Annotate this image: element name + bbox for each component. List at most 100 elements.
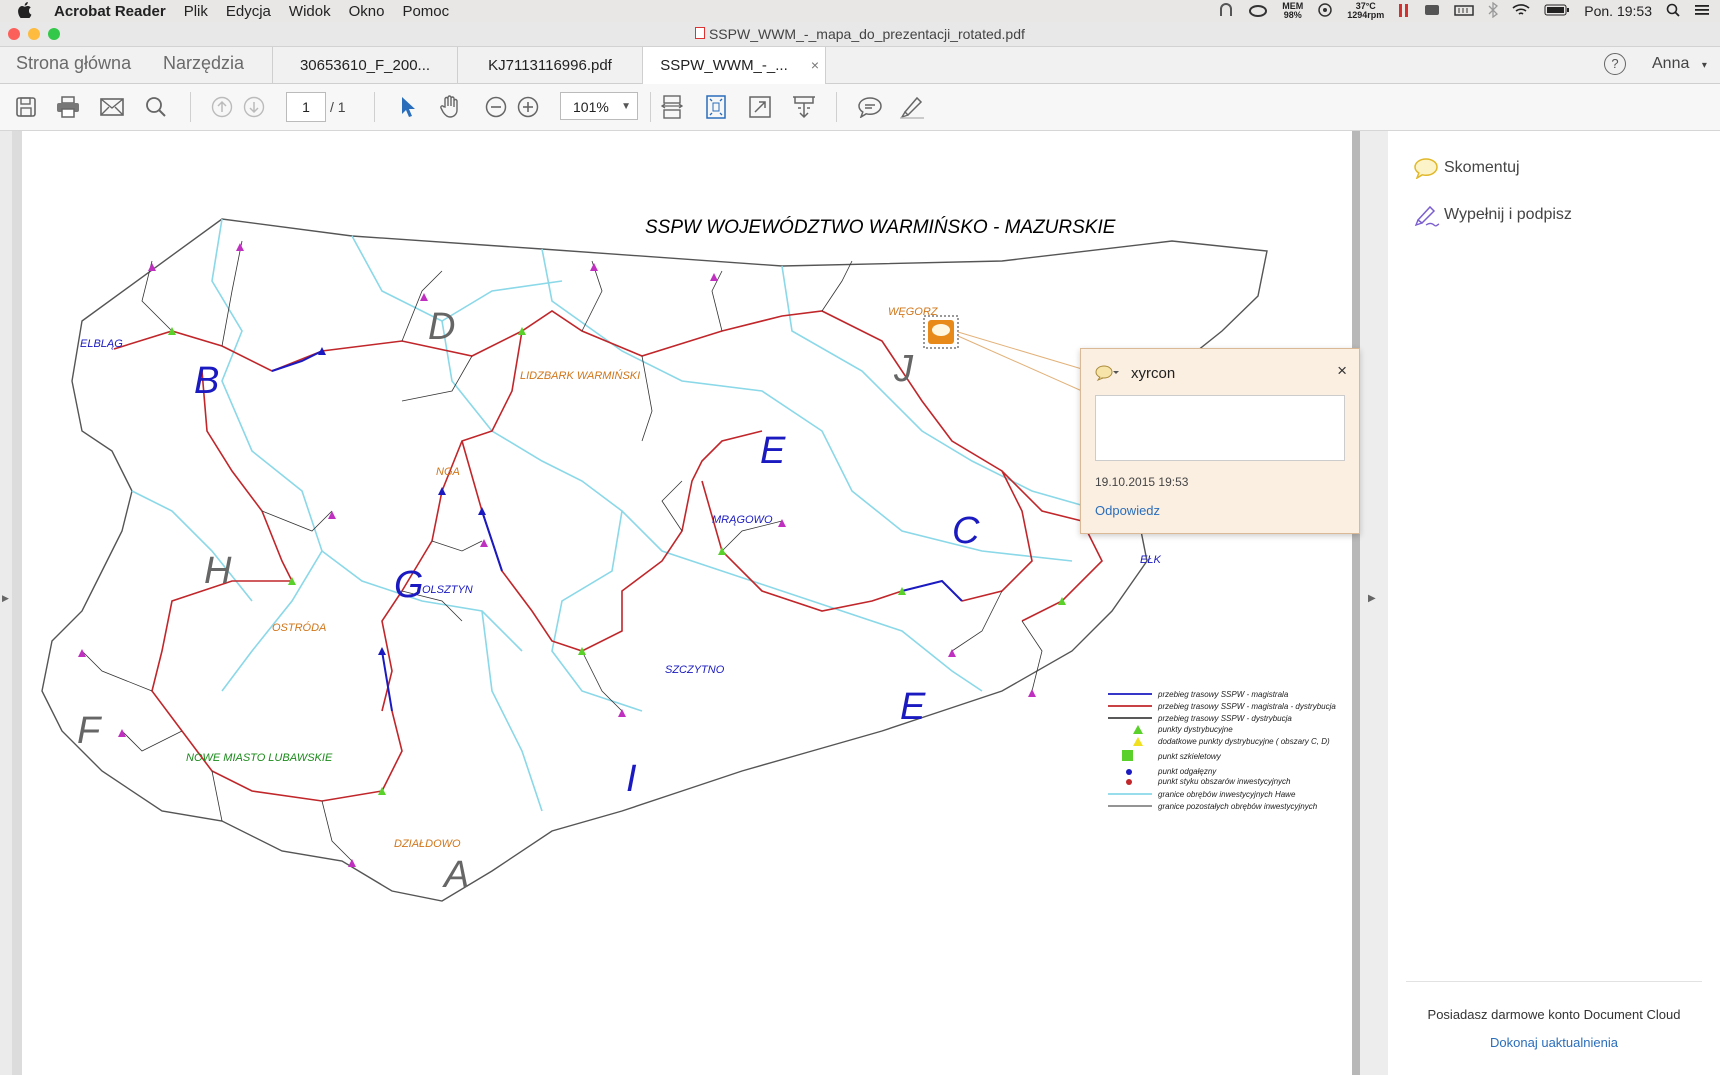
fit-width-icon[interactable] bbox=[658, 93, 686, 121]
fill-sign-pen-icon bbox=[1414, 203, 1444, 227]
window-title-bar: SSPW_WWM_-_mapa_do_prezentacji_rotated.p… bbox=[0, 22, 1720, 47]
region-label: J bbox=[893, 348, 914, 390]
save-icon[interactable] bbox=[12, 93, 40, 121]
select-tool-icon[interactable] bbox=[394, 93, 422, 121]
tab-document-1[interactable]: 30653610_F_200... bbox=[272, 47, 457, 83]
tab-bar: Strona główna Narzędzia 30653610_F_200..… bbox=[0, 47, 1720, 84]
wifi-icon[interactable] bbox=[1512, 3, 1530, 20]
city-label: EŁK bbox=[1140, 554, 1161, 566]
tab-document-2[interactable]: KJ7113116996.pdf bbox=[457, 47, 642, 83]
city-label: SZCZYTNO bbox=[665, 664, 725, 676]
clock[interactable]: Pon. 19:53 bbox=[1584, 3, 1652, 19]
toolbar-divider bbox=[374, 92, 375, 122]
toolbar: 1 / 1 101% ▼ bbox=[0, 84, 1720, 131]
region-label: A bbox=[442, 854, 469, 896]
spotlight-search-icon[interactable] bbox=[1666, 3, 1680, 20]
toolbar-divider bbox=[190, 92, 191, 122]
user-name: Anna bbox=[1652, 55, 1690, 72]
zoom-in-icon[interactable] bbox=[514, 93, 542, 121]
window-title-text: SSPW_WWM_-_mapa_do_prezentacji_rotated.p… bbox=[708, 26, 1025, 42]
memory-indicator[interactable]: MEM 98% bbox=[1282, 2, 1303, 20]
legend-label: punkt odgałęzny bbox=[1157, 767, 1217, 776]
city-label: OLSZTYN bbox=[422, 584, 473, 596]
comment-icon[interactable] bbox=[856, 93, 884, 121]
search-icon[interactable] bbox=[142, 93, 170, 121]
vertical-scrollbar[interactable] bbox=[1352, 131, 1360, 1075]
legend-label: punkt szkieletowy bbox=[1157, 752, 1222, 761]
menu-app-name[interactable]: Acrobat Reader bbox=[54, 3, 166, 20]
hand-tool-icon[interactable] bbox=[436, 93, 464, 121]
comment-text-input[interactable] bbox=[1095, 395, 1345, 461]
email-icon[interactable] bbox=[98, 93, 126, 121]
help-icon[interactable]: ? bbox=[1604, 53, 1626, 75]
toolbar-divider bbox=[836, 92, 837, 122]
map-graphic: SSPW WOJEWÓDZTWO WARMIŃSKO - MAZURSKIE D… bbox=[41, 216, 1336, 902]
nav-tools[interactable]: Narzędzia bbox=[163, 53, 244, 74]
city-label: LIDZBARK WARMIŃSKI bbox=[520, 369, 640, 382]
pdf-file-icon bbox=[695, 26, 706, 42]
chevron-down-icon: ▾ bbox=[1701, 60, 1707, 71]
ram-icon[interactable] bbox=[1454, 3, 1475, 20]
document-area: ▶ SSPW WOJEWÓDZTWO WARMIŃSKO - MAZURSKIE… bbox=[0, 131, 1389, 1075]
menu-bar: Acrobat Reader Plik Edycja Widok Okno Po… bbox=[0, 0, 1720, 23]
right-panel-toggle[interactable]: ▶ bbox=[1360, 131, 1389, 1075]
menu-okno[interactable]: Okno bbox=[349, 3, 385, 20]
reply-link[interactable]: Odpowiedz bbox=[1095, 503, 1160, 518]
tab-document-3-label: SSPW_WWM_-_... bbox=[660, 57, 788, 74]
left-panel-toggle[interactable]: ▶ bbox=[0, 131, 12, 1075]
next-page-icon[interactable] bbox=[240, 93, 268, 121]
full-screen-icon[interactable] bbox=[746, 93, 774, 121]
zoom-level-select[interactable]: 101% ▼ bbox=[560, 92, 638, 120]
city-label: MRĄGOWO bbox=[712, 514, 773, 526]
bluetooth-icon[interactable] bbox=[1488, 1, 1499, 21]
fan-rpm-value: 1294rpm bbox=[1347, 10, 1385, 20]
nav-home[interactable]: Strona główna bbox=[16, 53, 131, 74]
creative-cloud-icon[interactable] bbox=[1248, 3, 1268, 20]
comment-bubble-icon[interactable] bbox=[1095, 365, 1119, 386]
city-label: NOWE MIASTO LUBAWSKIE bbox=[186, 752, 333, 764]
page-number-input[interactable]: 1 bbox=[286, 92, 326, 122]
tool-fill-and-sign[interactable]: Wypełnij i podpisz bbox=[1414, 203, 1572, 227]
upgrade-link[interactable]: Dokonaj uaktualnienia bbox=[1388, 1035, 1720, 1050]
region-label: D bbox=[428, 306, 455, 348]
temperature-indicator[interactable]: 37°C 1294rpm bbox=[1347, 2, 1384, 20]
battery-icon[interactable] bbox=[1544, 3, 1570, 20]
zoom-out-icon[interactable] bbox=[482, 93, 510, 121]
storage-icon[interactable] bbox=[1424, 3, 1440, 20]
tool-comment[interactable]: Skomentuj bbox=[1414, 157, 1520, 179]
close-tab-icon[interactable]: × bbox=[811, 57, 819, 73]
city-label: NGA bbox=[436, 466, 460, 478]
legend-label: punkt styku obszarów inwestycyjnych bbox=[1157, 777, 1291, 786]
legend-label: przebieg trasowy SSPW - magistrala - dys… bbox=[1157, 702, 1336, 711]
region-label: F bbox=[77, 710, 102, 752]
pdf-page[interactable]: SSPW WOJEWÓDZTWO WARMIŃSKO - MAZURSKIE D… bbox=[22, 131, 1352, 1075]
menu-widok[interactable]: Widok bbox=[289, 3, 331, 20]
close-popup-icon[interactable]: × bbox=[1337, 361, 1347, 381]
region-label: I bbox=[626, 758, 637, 800]
tab-document-3[interactable]: SSPW_WWM_-_... × bbox=[642, 47, 826, 84]
cpu-bars-icon[interactable] bbox=[1398, 2, 1410, 21]
user-menu[interactable]: Anna ▾ bbox=[1652, 55, 1707, 73]
comment-popup[interactable]: xyrcon × 19.10.2015 19:53 Odpowiedz bbox=[1080, 348, 1360, 534]
window-title: SSPW_WWM_-_mapa_do_prezentacji_rotated.p… bbox=[0, 26, 1720, 42]
page-total: / 1 bbox=[330, 99, 346, 115]
legend-label: dodatkowe punkty dystrybucyjne ( obszary… bbox=[1158, 737, 1330, 746]
notification-center-icon[interactable] bbox=[1694, 3, 1710, 20]
menu-plik[interactable]: Plik bbox=[184, 3, 208, 20]
vpn-icon[interactable] bbox=[1218, 2, 1234, 20]
print-icon[interactable] bbox=[54, 93, 82, 121]
document-cloud-notice: Posiadasz darmowe konto Document Cloud bbox=[1427, 1007, 1681, 1022]
toolbar-divider bbox=[650, 92, 651, 122]
tool-comment-label: Skomentuj bbox=[1444, 159, 1520, 176]
scroll-mode-icon[interactable] bbox=[790, 93, 818, 121]
comment-bubble-icon bbox=[1414, 157, 1444, 179]
region-label: G bbox=[394, 564, 424, 606]
comment-annotation-marker[interactable] bbox=[923, 315, 959, 349]
menu-pomoc[interactable]: Pomoc bbox=[402, 3, 449, 20]
previous-page-icon[interactable] bbox=[208, 93, 236, 121]
chevron-right-icon: ▶ bbox=[1368, 593, 1376, 604]
highlight-pen-icon[interactable] bbox=[898, 93, 926, 121]
fit-page-icon[interactable] bbox=[702, 93, 730, 121]
apple-icon[interactable] bbox=[18, 1, 38, 21]
menu-edycja[interactable]: Edycja bbox=[226, 3, 271, 20]
